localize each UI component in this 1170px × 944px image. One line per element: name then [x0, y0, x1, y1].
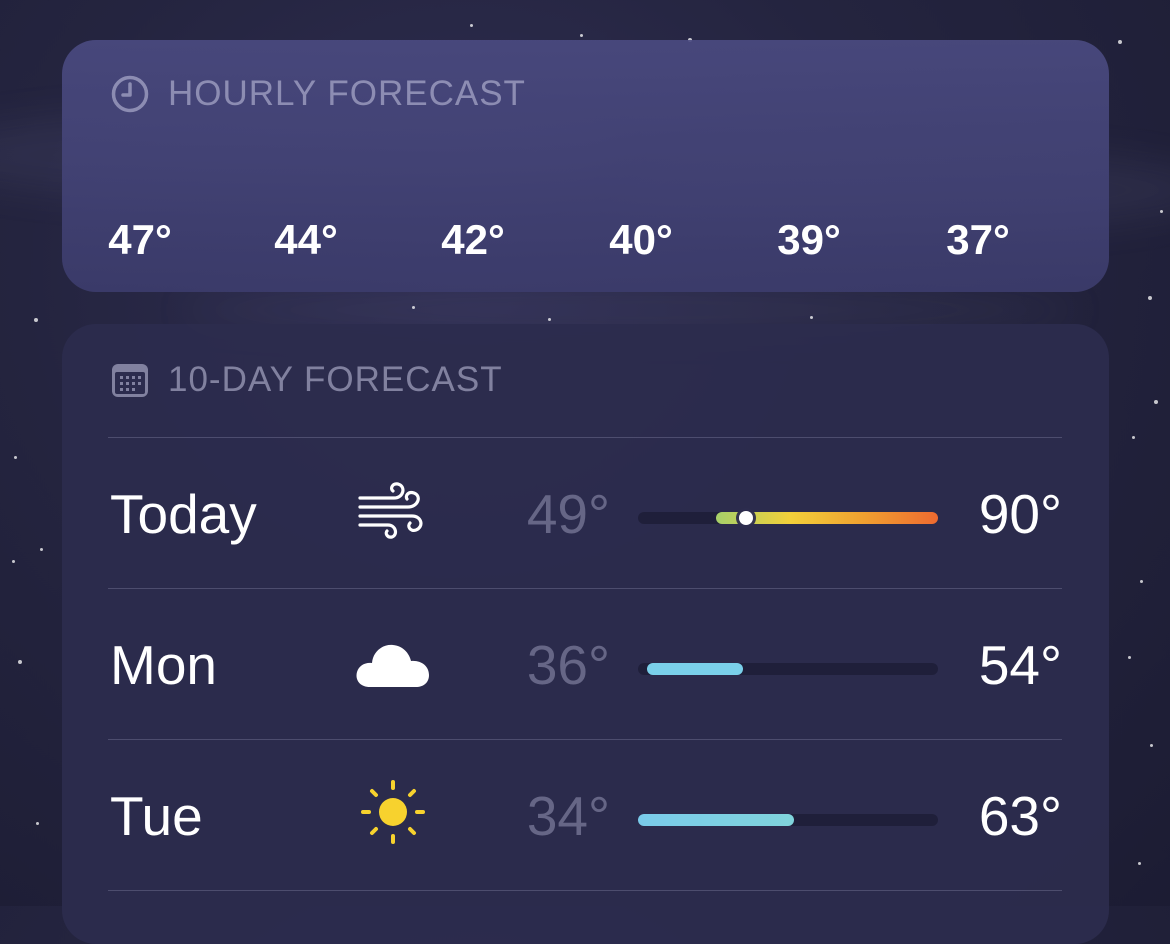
low-temp: 36°	[526, 634, 610, 696]
forecast-row-tue[interactable]: Tue 34° 63°	[62, 740, 1109, 890]
wind-icon	[358, 482, 423, 539]
temperature-range-bar	[638, 663, 938, 675]
hourly-temperature-strip[interactable]: 47° 44° 42° 40° 39° 37°	[62, 216, 1109, 266]
temperature-range-fill	[638, 814, 794, 826]
hourly-forecast-card[interactable]: HOURLY FORECAST 47° 44° 42° 40° 39° 37°	[62, 40, 1109, 292]
ten-day-forecast-card[interactable]: 10-DAY FORECAST Today 49° 90° Mon 36° 54…	[62, 324, 1109, 944]
low-temp: 34°	[526, 785, 610, 847]
hourly-forecast-header: HOURLY FORECAST	[110, 74, 526, 114]
day-label: Tue	[110, 785, 203, 847]
forecast-row-today[interactable]: Today 49° 90°	[62, 438, 1109, 588]
hourly-temp: 42°	[441, 216, 505, 263]
high-temp: 54°	[978, 634, 1062, 696]
high-temp: 63°	[978, 785, 1062, 847]
ten-day-forecast-header: 10-DAY FORECAST	[110, 360, 503, 400]
low-temp: 49°	[526, 483, 610, 545]
calendar-icon	[112, 364, 148, 397]
clock-icon	[111, 75, 149, 113]
temperature-range-fill	[647, 663, 743, 675]
high-temp: 90°	[978, 483, 1062, 545]
current-temp-indicator	[739, 511, 753, 525]
hourly-temp: 39°	[777, 216, 841, 263]
temperature-range-bar	[638, 814, 938, 826]
ten-day-forecast-title: 10-DAY FORECAST	[168, 360, 503, 399]
forecast-row-mon[interactable]: Mon 36° 54°	[62, 589, 1109, 739]
day-label: Mon	[110, 634, 217, 696]
hourly-temp: 40°	[609, 216, 673, 263]
hourly-forecast-title: HOURLY FORECAST	[168, 74, 526, 113]
temperature-range-bar	[638, 511, 938, 525]
cloud-icon	[356, 644, 429, 687]
row-divider	[108, 890, 1062, 891]
hourly-temp: 37°	[946, 216, 1010, 263]
hourly-temp: 47°	[108, 216, 172, 263]
sun-icon	[361, 780, 425, 844]
hourly-temp: 44°	[274, 216, 338, 263]
day-label: Today	[110, 483, 257, 545]
